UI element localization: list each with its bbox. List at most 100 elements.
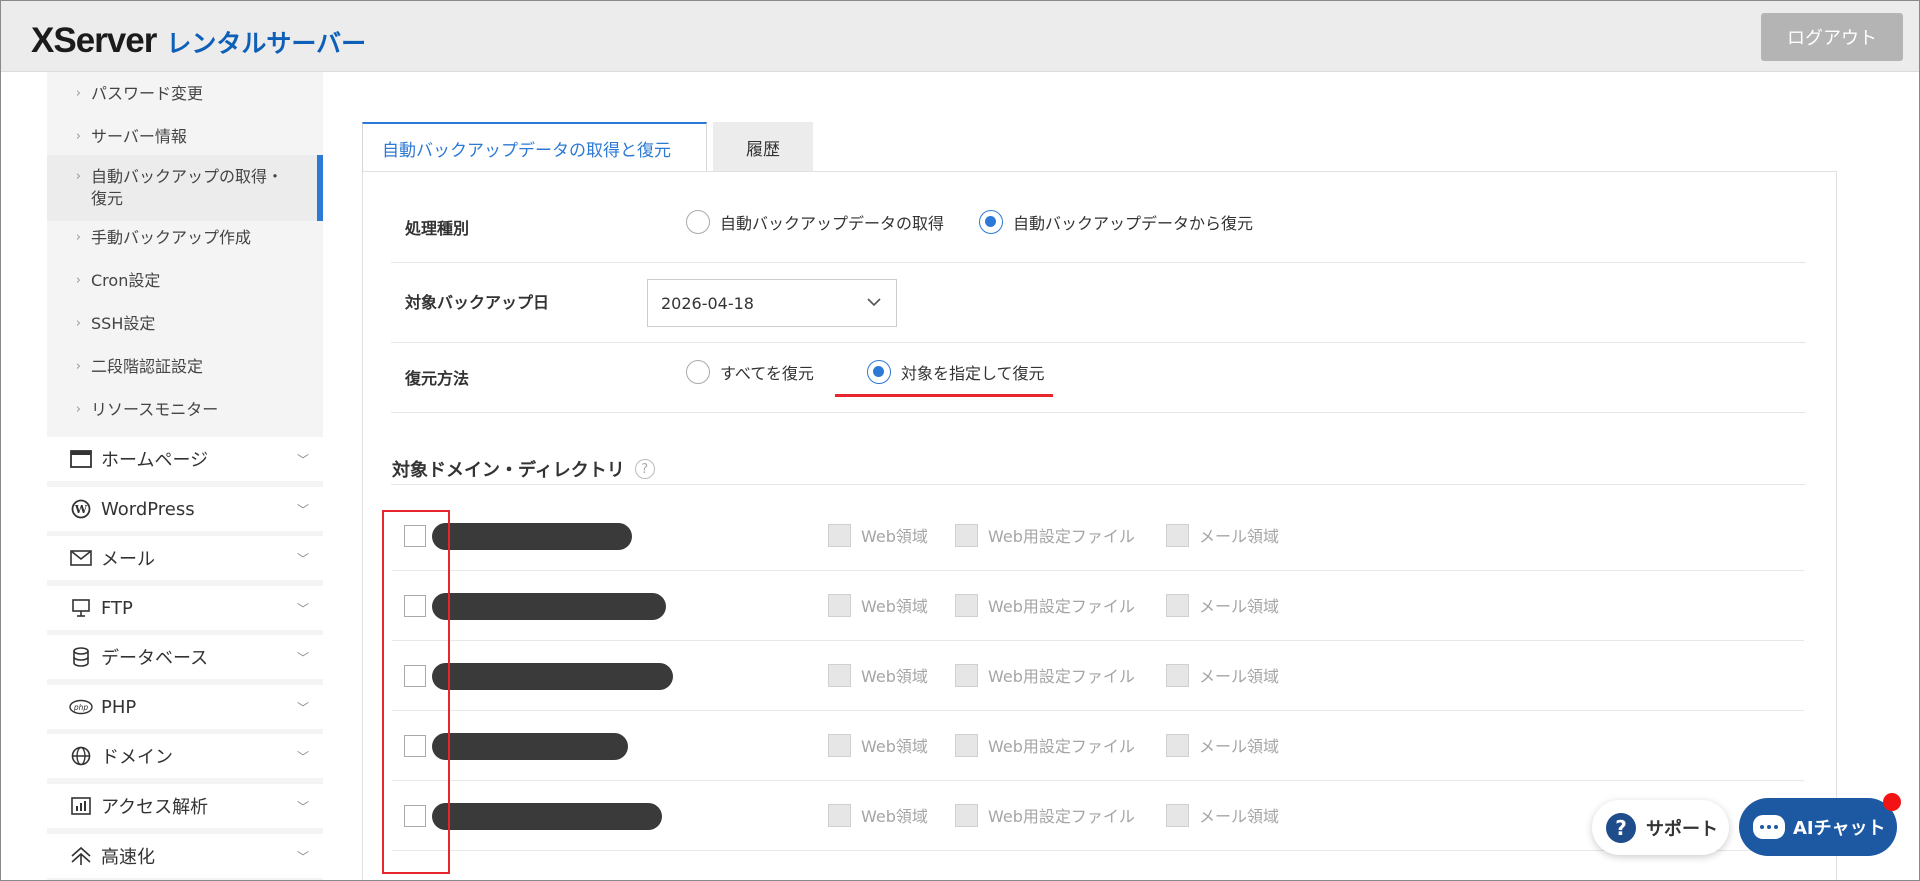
logout-button[interactable]: ログアウト <box>1761 13 1903 61</box>
tab-history[interactable]: 履歴 <box>713 122 813 172</box>
option-web-area[interactable]: Web領域 <box>828 523 928 547</box>
sidebar-item-label: 手動バックアップ作成 <box>91 228 252 247</box>
option-web-area[interactable]: Web領域 <box>828 803 928 827</box>
disabled-checkbox <box>1166 803 1189 827</box>
option-web-config[interactable]: Web用設定ファイル <box>955 523 1135 547</box>
radio-restore-all[interactable]: すべてを復元 <box>686 360 814 384</box>
disabled-checkbox <box>828 523 851 547</box>
redacted-domain-name <box>432 803 662 830</box>
sidebar-item-cron[interactable]: › Cron設定 <box>47 270 323 298</box>
sidebar-item-label: 二段階認証設定 <box>91 357 204 376</box>
option-web-config[interactable]: Web用設定ファイル <box>955 803 1135 827</box>
option-label: Web領域 <box>861 807 928 826</box>
option-label: Web用設定ファイル <box>988 667 1135 686</box>
redacted-domain-name <box>432 523 632 550</box>
question-icon: ? <box>1606 812 1636 843</box>
sidebar-item-label: リソースモニター <box>91 400 219 419</box>
domain-row: Web領域 Web用設定ファイル メール領域 <box>1 641 1804 711</box>
option-label: Web領域 <box>861 667 928 686</box>
divider <box>391 262 1806 263</box>
option-label: メール領域 <box>1199 737 1280 756</box>
tab-bar: 自動バックアップデータの取得と復元 履歴 <box>362 122 813 172</box>
sidebar-item-two-factor[interactable]: › 二段階認証設定 <box>47 356 323 384</box>
disabled-checkbox <box>828 593 851 617</box>
radio-circle-selected <box>979 210 1003 234</box>
radio-restore-selected[interactable]: 対象を指定して復元 <box>867 360 1045 384</box>
disabled-checkbox <box>1166 523 1189 547</box>
radio-circle <box>686 360 710 384</box>
radio-label: すべてを復元 <box>720 364 814 383</box>
domain-row: Web領域 Web用設定ファイル メール領域 <box>1 501 1804 571</box>
option-web-area[interactable]: Web領域 <box>828 663 928 687</box>
browser-window-icon <box>61 450 101 468</box>
chevron-right-icon: › <box>75 230 81 245</box>
sidebar-item-label: Cron設定 <box>91 271 161 290</box>
divider <box>391 412 1806 413</box>
sidebar-item-manual-backup[interactable]: › 手動バックアップ作成 <box>47 227 323 255</box>
option-label: Web用設定ファイル <box>988 737 1135 756</box>
highlight-box <box>382 510 450 874</box>
process-type-label: 処理種別 <box>405 219 470 238</box>
option-web-config[interactable]: Web用設定ファイル <box>955 663 1135 687</box>
radio-circle <box>686 210 710 234</box>
option-label: Web用設定ファイル <box>988 807 1135 826</box>
chevron-right-icon: › <box>75 86 81 101</box>
chevron-right-icon: › <box>75 129 81 144</box>
option-label: Web領域 <box>861 737 928 756</box>
option-mail-area[interactable]: メール領域 <box>1166 663 1279 687</box>
option-mail-area[interactable]: メール領域 <box>1166 733 1279 757</box>
support-button[interactable]: ? サポート <box>1592 800 1729 855</box>
domain-row: Web領域 Web用設定ファイル メール領域 <box>1 571 1804 641</box>
target-domain-section-title: 対象ドメイン・ディレクトリ ? <box>392 456 655 482</box>
chevron-right-icon: › <box>75 316 81 331</box>
tab-auto-backup-restore[interactable]: 自動バックアップデータの取得と復元 <box>362 122 707 172</box>
radio-get-backup[interactable]: 自動バックアップデータの取得 <box>686 210 944 234</box>
disabled-checkbox <box>955 803 978 827</box>
redacted-domain-name <box>432 663 673 690</box>
disabled-checkbox <box>828 803 851 827</box>
option-mail-area[interactable]: メール領域 <box>1166 803 1279 827</box>
sidebar-item-password[interactable]: › パスワード変更 <box>47 83 323 111</box>
backup-date-label: 対象バックアップ日 <box>405 293 550 312</box>
app-window: XServer レンタルサーバー ログアウト › パスワード変更 › サーバー情… <box>0 0 1920 881</box>
help-icon[interactable]: ? <box>634 459 655 479</box>
domain-row: Web領域 Web用設定ファイル メール領域 <box>1 711 1804 781</box>
sidebar-item-label-line2: 復元 <box>91 189 124 208</box>
option-web-area[interactable]: Web領域 <box>828 593 928 617</box>
row-divider <box>392 850 1804 851</box>
option-label: Web領域 <box>861 527 928 546</box>
disabled-checkbox <box>955 523 978 547</box>
option-web-config[interactable]: Web用設定ファイル <box>955 733 1135 757</box>
sidebar-item-homepage[interactable]: ホームページ ﹀ <box>1 437 323 481</box>
radio-restore-from-backup[interactable]: 自動バックアップデータから復元 <box>979 210 1253 234</box>
sidebar-item-auto-backup[interactable]: › 自動バックアップの取得・ 復元 <box>47 155 323 221</box>
ai-chat-button[interactable]: AIチャット <box>1739 798 1897 856</box>
notification-dot <box>1883 793 1901 811</box>
option-mail-area[interactable]: メール領域 <box>1166 593 1279 617</box>
backup-date-select[interactable]: 2026-04-18 <box>647 279 897 327</box>
sidebar-item-label: ホームページ <box>101 450 209 471</box>
xserver-logo[interactable]: XServer レンタルサーバー <box>31 21 366 60</box>
chevron-down-icon <box>866 294 882 314</box>
chevron-right-icon: › <box>75 402 81 417</box>
sidebar-item-label: SSH設定 <box>91 314 156 333</box>
option-web-area[interactable]: Web領域 <box>828 733 928 757</box>
chevron-down-icon: ﹀ <box>296 452 309 467</box>
sidebar-item-label: 自動バックアップの取得・ 復元 <box>91 166 283 210</box>
option-label: Web領域 <box>861 597 928 616</box>
option-mail-area[interactable]: メール領域 <box>1166 523 1279 547</box>
highlight-underline <box>835 394 1053 397</box>
chevron-right-icon: › <box>75 273 81 288</box>
sidebar-item-ssh[interactable]: › SSH設定 <box>47 313 323 341</box>
option-web-config[interactable]: Web用設定ファイル <box>955 593 1135 617</box>
chevron-right-icon: › <box>75 359 81 374</box>
chevron-right-icon: › <box>75 169 81 184</box>
sidebar-item-server-info[interactable]: › サーバー情報 <box>47 126 323 154</box>
logo-main-text: XServer <box>31 21 157 60</box>
sidebar-item-label-line1: 自動バックアップの取得・ <box>91 167 284 186</box>
sidebar-item-resource-monitor[interactable]: › リソースモニター <box>47 399 323 427</box>
sidebar-item-label: サーバー情報 <box>91 127 187 146</box>
restore-method-label: 復元方法 <box>405 369 470 388</box>
domain-row: Web領域 Web用設定ファイル メール領域 <box>1 781 1804 851</box>
disabled-checkbox <box>1166 593 1189 617</box>
